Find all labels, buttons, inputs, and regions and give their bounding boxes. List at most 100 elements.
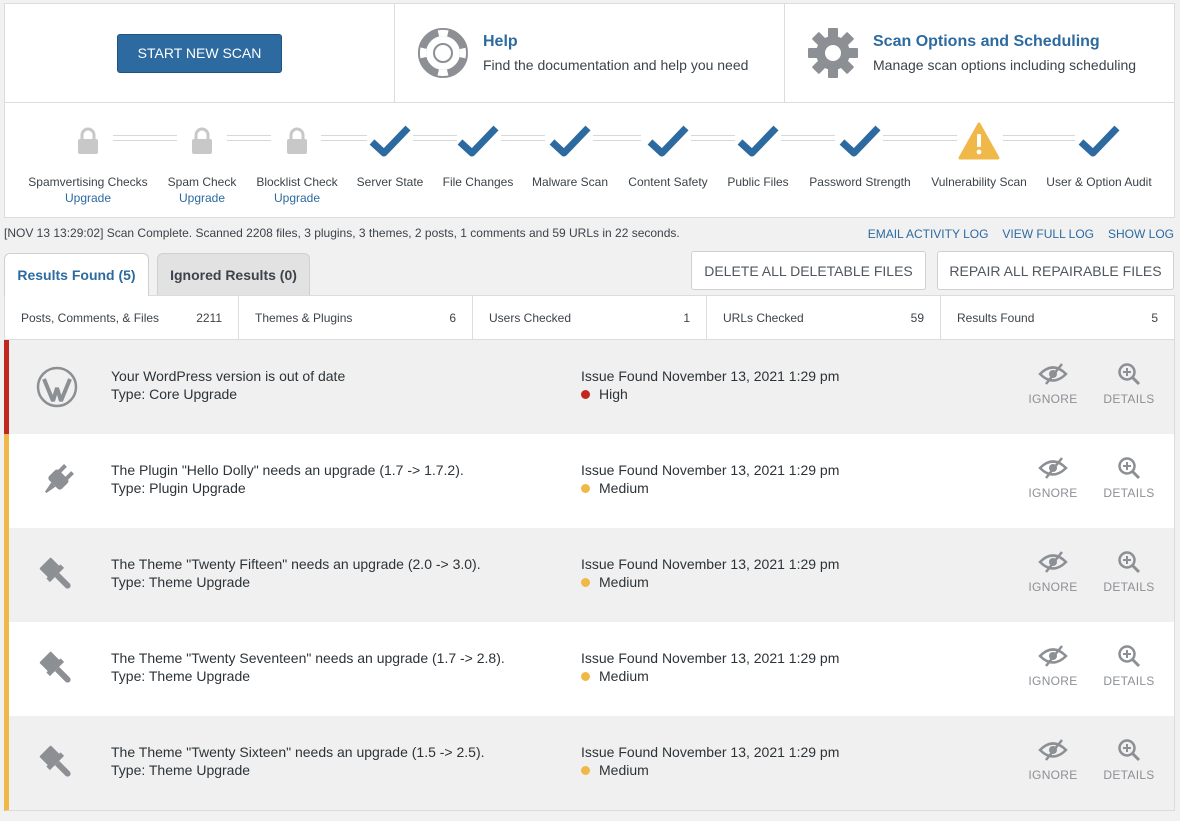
issue-date: Issue Found November 13, 2021 1:29 pm bbox=[581, 744, 840, 760]
severity-dot bbox=[581, 483, 590, 493]
top-cards: START NEW SCAN Help Find the documentati… bbox=[4, 3, 1175, 103]
severity-indicator: Medium bbox=[581, 668, 649, 684]
summary-urls-checked: URLs Checked 59 bbox=[707, 296, 941, 339]
brush-icon bbox=[35, 647, 79, 691]
issue-type: Type: Theme Upgrade bbox=[111, 574, 251, 590]
issue-type: Type: Core Upgrade bbox=[111, 386, 238, 402]
summary-value: 6 bbox=[449, 310, 456, 325]
eye-slash-icon bbox=[1038, 645, 1068, 667]
checkmark-icon bbox=[1024, 121, 1174, 161]
eye-slash-icon bbox=[1038, 363, 1068, 385]
summary-label: URLs Checked bbox=[723, 310, 804, 325]
issue-row[interactable]: The Plugin "Hello Dolly" needs an upgrad… bbox=[4, 434, 1175, 529]
scan-options-title[interactable]: Scan Options and Scheduling bbox=[873, 33, 1136, 51]
brush-icon bbox=[35, 553, 79, 597]
ignore-label: IGNORE bbox=[1028, 580, 1078, 594]
zoom-in-icon bbox=[1118, 457, 1141, 480]
issue-date: Issue Found November 13, 2021 1:29 pm bbox=[581, 556, 840, 572]
plugin-icon bbox=[35, 459, 79, 503]
details-button[interactable]: DETAILS bbox=[1099, 738, 1159, 782]
details-label: DETAILS bbox=[1103, 486, 1155, 500]
upgrade-link[interactable]: Upgrade bbox=[222, 191, 372, 205]
ignore-button[interactable]: IGNORE bbox=[1023, 456, 1083, 500]
issue-row[interactable]: The Theme "Twenty Sixteen" needs an upgr… bbox=[4, 716, 1175, 811]
ignore-label: IGNORE bbox=[1028, 674, 1078, 688]
details-button[interactable]: DETAILS bbox=[1099, 456, 1159, 500]
severity-label: Medium bbox=[599, 668, 649, 684]
zoom-in-icon bbox=[1118, 645, 1141, 668]
details-button[interactable]: DETAILS bbox=[1099, 362, 1159, 406]
severity-dot bbox=[581, 671, 590, 681]
summary-value: 59 bbox=[910, 310, 924, 325]
details-label: DETAILS bbox=[1103, 392, 1155, 406]
show-log-link[interactable]: SHOW LOG bbox=[1108, 227, 1174, 241]
help-description: Find the documentation and help you need bbox=[483, 57, 749, 73]
ignore-button[interactable]: IGNORE bbox=[1023, 738, 1083, 782]
issue-type: Type: Theme Upgrade bbox=[111, 668, 251, 684]
scan-options-description: Manage scan options including scheduling bbox=[873, 57, 1137, 73]
tab-ignored-results[interactable]: Ignored Results (0) bbox=[157, 253, 310, 295]
view-full-log-link[interactable]: VIEW FULL LOG bbox=[1002, 227, 1094, 241]
ignore-button[interactable]: IGNORE bbox=[1023, 644, 1083, 688]
severity-indicator: Medium bbox=[581, 762, 649, 778]
step-label: User & Option Audit bbox=[1046, 175, 1152, 189]
issue-title: The Theme "Twenty Sixteen" needs an upgr… bbox=[111, 744, 485, 760]
issue-date: Issue Found November 13, 2021 1:29 pm bbox=[581, 462, 840, 478]
summary-results-found: Results Found 5 bbox=[941, 296, 1174, 339]
severity-label: Medium bbox=[599, 762, 649, 778]
details-label: DETAILS bbox=[1103, 674, 1155, 688]
ignore-button[interactable]: IGNORE bbox=[1023, 362, 1083, 406]
issue-title: Your WordPress version is out of date bbox=[111, 368, 346, 384]
details-button[interactable]: DETAILS bbox=[1099, 550, 1159, 594]
details-button[interactable]: DETAILS bbox=[1099, 644, 1159, 688]
summary-label: Themes & Plugins bbox=[255, 310, 353, 325]
summary-label: Users Checked bbox=[489, 310, 572, 325]
scan-summary: Posts, Comments, & Files 2211 Themes & P… bbox=[4, 295, 1175, 340]
details-label: DETAILS bbox=[1103, 768, 1155, 782]
start-scan-card: START NEW SCAN bbox=[5, 4, 395, 102]
severity-label: High bbox=[599, 386, 628, 402]
issue-date: Issue Found November 13, 2021 1:29 pm bbox=[581, 368, 840, 384]
summary-users-checked: Users Checked 1 bbox=[473, 296, 707, 339]
severity-label: Medium bbox=[599, 574, 649, 590]
delete-all-deletable-files-button[interactable]: DELETE ALL DELETABLE FILES bbox=[691, 251, 926, 290]
zoom-in-icon bbox=[1118, 363, 1141, 386]
scan-log-summary: [NOV 13 13:29:02] Scan Complete. Scanned… bbox=[4, 226, 680, 240]
severity-dot bbox=[581, 577, 590, 587]
log-links: EMAIL ACTIVITY LOG VIEW FULL LOG SHOW LO… bbox=[868, 227, 1174, 241]
scan-options-card[interactable]: Scan Options and Scheduling Manage scan … bbox=[785, 4, 1174, 102]
issue-row[interactable]: The Theme "Twenty Fifteen" needs an upgr… bbox=[4, 528, 1175, 623]
eye-slash-icon bbox=[1038, 457, 1068, 479]
summary-posts-comments-files: Posts, Comments, & Files 2211 bbox=[5, 296, 239, 339]
brush-icon bbox=[35, 741, 79, 785]
help-title[interactable]: Help bbox=[483, 33, 748, 51]
gear-icon bbox=[807, 27, 859, 79]
issue-title: The Plugin "Hello Dolly" needs an upgrad… bbox=[111, 462, 464, 478]
issue-row[interactable]: Your WordPress version is out of date Ty… bbox=[4, 340, 1175, 435]
tab-results-found[interactable]: Results Found (5) bbox=[4, 253, 149, 296]
severity-label: Medium bbox=[599, 480, 649, 496]
email-activity-log-link[interactable]: EMAIL ACTIVITY LOG bbox=[868, 227, 989, 241]
summary-label: Results Found bbox=[957, 310, 1035, 325]
lifebuoy-icon bbox=[417, 27, 469, 79]
summary-value: 5 bbox=[1151, 310, 1158, 325]
ignore-button[interactable]: IGNORE bbox=[1023, 550, 1083, 594]
ignore-label: IGNORE bbox=[1028, 768, 1078, 782]
severity-dot bbox=[581, 389, 590, 399]
repair-all-repairable-files-button[interactable]: REPAIR ALL REPAIRABLE FILES bbox=[937, 251, 1174, 290]
summary-value: 2211 bbox=[196, 310, 222, 325]
ignore-label: IGNORE bbox=[1028, 486, 1078, 500]
summary-label: Posts, Comments, & Files bbox=[21, 310, 160, 325]
severity-indicator: Medium bbox=[581, 574, 649, 590]
step-user-option-audit: User & Option Audit bbox=[1024, 121, 1174, 189]
help-card[interactable]: Help Find the documentation and help you… bbox=[395, 4, 785, 102]
start-new-scan-button[interactable]: START NEW SCAN bbox=[116, 33, 283, 73]
issue-title: The Theme "Twenty Seventeen" needs an up… bbox=[111, 650, 505, 666]
wordpress-icon bbox=[35, 365, 79, 409]
summary-themes-plugins: Themes & Plugins 6 bbox=[239, 296, 473, 339]
severity-indicator: Medium bbox=[581, 480, 649, 496]
eye-slash-icon bbox=[1038, 739, 1068, 761]
issue-row[interactable]: The Theme "Twenty Seventeen" needs an up… bbox=[4, 622, 1175, 717]
eye-slash-icon bbox=[1038, 551, 1068, 573]
issue-type: Type: Plugin Upgrade bbox=[111, 480, 246, 496]
